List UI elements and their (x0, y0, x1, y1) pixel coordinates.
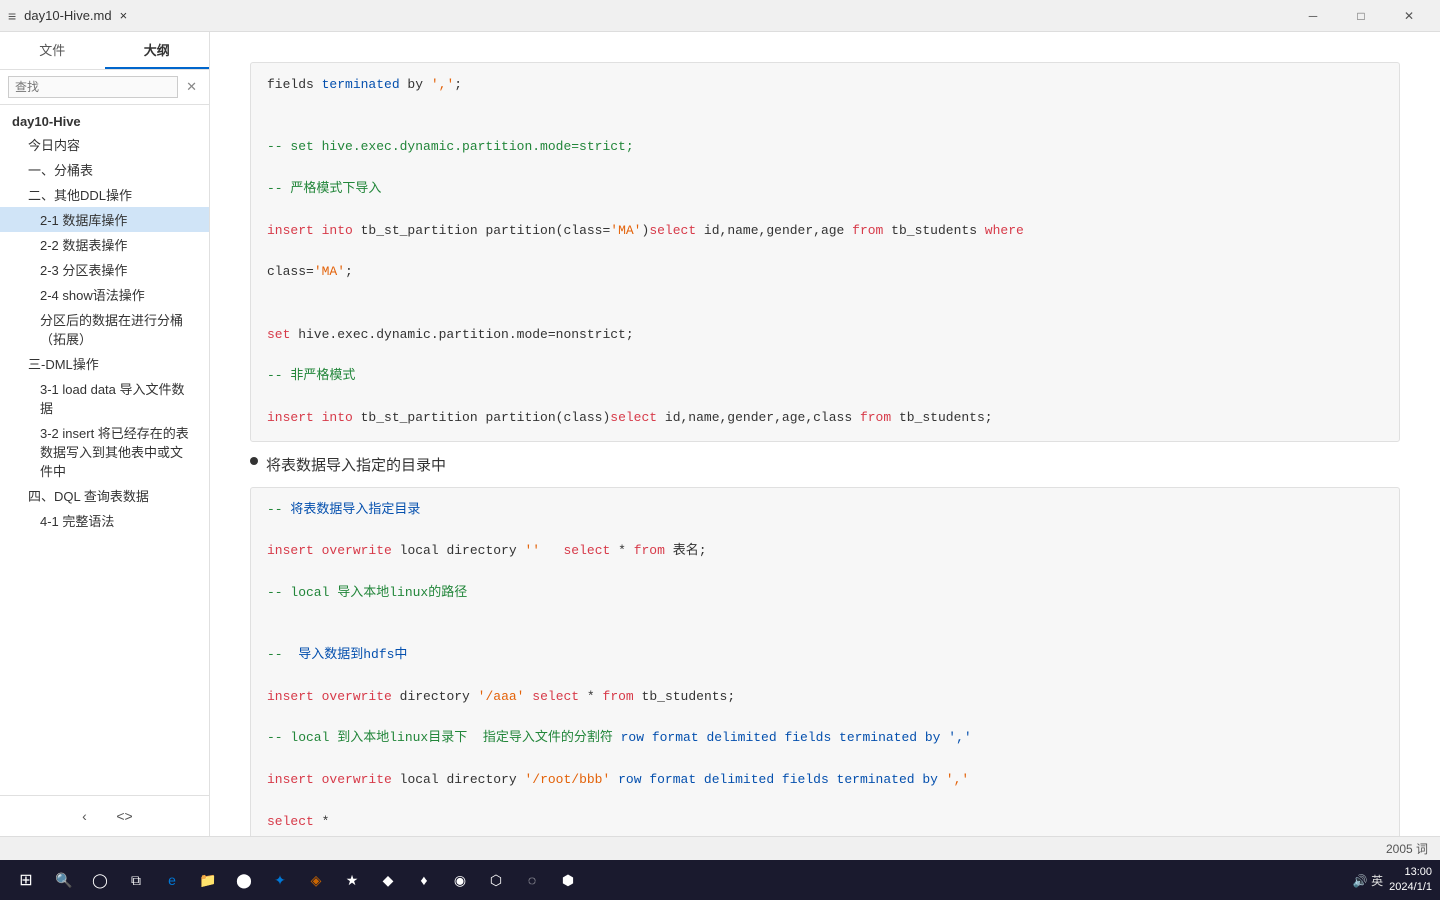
tree-item-31[interactable]: 3-1 load data 导入文件数据 (0, 376, 209, 420)
taskbar-tray: 🔊 英 13:002024/1/1 (1353, 865, 1432, 896)
title-bar: ≡ day10-Hive.md × ─ □ ✕ (0, 0, 1440, 32)
taskbar-search[interactable]: 🔍 (48, 864, 80, 896)
taskbar-app2[interactable]: ◆ (372, 864, 404, 896)
tree-root: day10-Hive (0, 111, 209, 132)
taskbar-app6[interactable]: ◌ (516, 864, 548, 896)
taskbar-edge[interactable]: e (156, 864, 188, 896)
title-bar-modified: × (120, 8, 128, 23)
menu-icon: ≡ (8, 8, 16, 24)
tree-item-21[interactable]: 2-1 数据库操作 (0, 207, 209, 232)
tree-item-23[interactable]: 2-3 分区表操作 (0, 257, 209, 282)
maximize-button[interactable]: □ (1338, 0, 1384, 32)
tree-item-jrni[interactable]: 今日内容 (0, 132, 209, 157)
bullet-point-1: 将表数据导入指定的目录中 (250, 454, 1400, 475)
tree-item-qitaddl[interactable]: 二、其他DDL操作 (0, 182, 209, 207)
close-button[interactable]: ✕ (1386, 0, 1432, 32)
taskbar-app1[interactable]: ★ (336, 864, 368, 896)
minimize-button[interactable]: ─ (1290, 0, 1336, 32)
title-bar-left: ≡ day10-Hive.md × (8, 8, 127, 24)
main-container: 文件 大纲 ✕ day10-Hive 今日内容 一、分桶表 二、其他DDL操作 … (0, 32, 1440, 836)
tree-item-22[interactable]: 2-2 数据表操作 (0, 232, 209, 257)
bullet-text-1: 将表数据导入指定的目录中 (266, 454, 446, 475)
nav-code-button[interactable]: <> (111, 802, 139, 830)
nav-back-button[interactable]: ‹ (71, 802, 99, 830)
tree-item-fentong[interactable]: 一、分桶表 (0, 157, 209, 182)
window-controls: ─ □ ✕ (1290, 0, 1432, 32)
taskbar-clock: 13:002024/1/1 (1389, 865, 1432, 896)
bullet-dot (250, 457, 258, 465)
taskbar-file-explorer[interactable]: 📁 (192, 864, 224, 896)
taskbar-app5[interactable]: ⬡ (480, 864, 512, 896)
tree-item-fqtz[interactable]: 分区后的数据在进行分桶（拓展） (0, 307, 209, 351)
tree-item-32[interactable]: 3-2 insert 将已经存在的表数据写入到其他表中或文件中 (0, 420, 209, 483)
taskbar-app7[interactable]: ⬢ (552, 864, 584, 896)
sidebar-tree: day10-Hive 今日内容 一、分桶表 二、其他DDL操作 2-1 数据库操… (0, 105, 209, 795)
content-inner: fields terminated by ','; -- set hive.ex… (210, 32, 1440, 836)
sidebar: 文件 大纲 ✕ day10-Hive 今日内容 一、分桶表 二、其他DDL操作 … (0, 32, 210, 836)
tray-icons: 🔊 英 (1353, 872, 1383, 889)
tab-outline[interactable]: 大纲 (105, 32, 210, 69)
tree-item-41[interactable]: 4-1 完整语法 (0, 508, 209, 533)
taskbar-app3[interactable]: ♦ (408, 864, 440, 896)
start-button[interactable]: ⊞ (8, 862, 44, 898)
tree-item-24[interactable]: 2-4 show语法操作 (0, 282, 209, 307)
taskbar-app4[interactable]: ◉ (444, 864, 476, 896)
status-bar: 2005 词 (0, 836, 1440, 860)
taskbar-vscode[interactable]: ✦ (264, 864, 296, 896)
code-block-1: fields terminated by ','; -- set hive.ex… (250, 62, 1400, 442)
taskbar-idea[interactable]: ◈ (300, 864, 332, 896)
tab-file[interactable]: 文件 (0, 32, 105, 69)
content-area[interactable]: fields terminated by ','; -- set hive.ex… (210, 32, 1440, 836)
tree-item-dml[interactable]: 三-DML操作 (0, 351, 209, 376)
taskbar: ⊞ 🔍 ◯ ⧉ e 📁 ⬤ ✦ ◈ ★ ◆ ♦ ◉ ⬡ ◌ ⬢ 🔊 英 13:0… (0, 860, 1440, 900)
title-bar-filename: day10-Hive.md (24, 8, 111, 23)
taskbar-cortana[interactable]: ◯ (84, 864, 116, 896)
taskbar-taskview[interactable]: ⧉ (120, 864, 152, 896)
word-count: 2005 词 (1386, 840, 1428, 857)
search-input[interactable] (8, 76, 178, 98)
clear-search-button[interactable]: ✕ (182, 77, 201, 97)
taskbar-chrome[interactable]: ⬤ (228, 864, 260, 896)
code-block-2: -- 将表数据导入指定目录 insert overwrite local dir… (250, 487, 1400, 836)
sidebar-search-bar: ✕ (0, 70, 209, 105)
sidebar-tabs: 文件 大纲 (0, 32, 209, 70)
sidebar-bottom: ‹ <> (0, 795, 209, 836)
tree-item-dql[interactable]: 四、DQL 查询表数据 (0, 483, 209, 508)
